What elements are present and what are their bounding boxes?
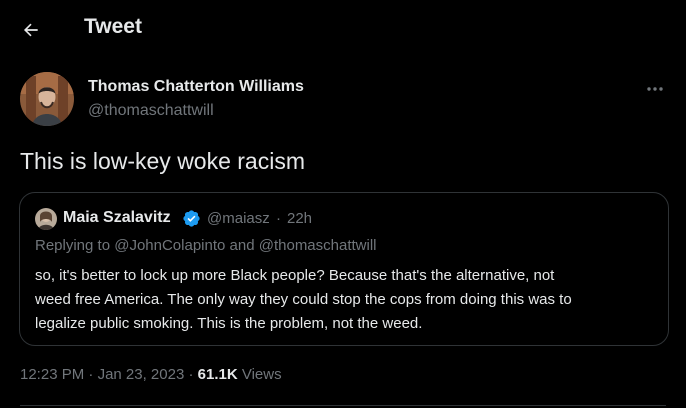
quote-timestamp[interactable]: 22h <box>287 210 312 227</box>
back-button[interactable] <box>14 13 48 47</box>
quote-text-line: so, it's better to lock up more Black pe… <box>35 267 555 284</box>
meta-separator: · <box>188 366 194 383</box>
quoted-tweet[interactable]: Maia Szalavitz @maiasz · 22h Replying to… <box>19 192 669 346</box>
author-handle[interactable]: @thomaschattwill <box>88 102 214 120</box>
more-options-button[interactable] <box>644 78 666 100</box>
quote-text-line: legalize public smoking. This is the pro… <box>35 315 423 332</box>
replying-user-link[interactable]: @JohnColapinto <box>114 237 225 254</box>
tweet-text: This is low-key woke racism <box>20 148 305 174</box>
meta-separator: · <box>88 366 94 383</box>
quote-text-line: weed free America. The only way they cou… <box>35 291 572 308</box>
quote-separator: · <box>276 210 281 227</box>
replying-and: and <box>229 237 255 254</box>
arrow-left-icon <box>23 23 38 37</box>
tweet-time[interactable]: 12:23 PM <box>20 366 84 383</box>
replying-to: Replying to @JohnColapinto and @thomasch… <box>35 237 377 254</box>
views-count: 61.1K <box>197 366 238 383</box>
top-bar: Tweet <box>0 0 686 56</box>
views-label: Views <box>241 366 282 383</box>
quote-author-handle[interactable]: @maiasz <box>207 210 270 227</box>
page-title: Tweet <box>84 15 142 38</box>
divider <box>20 405 666 406</box>
quote-author-name[interactable]: Maia Szalavitz <box>63 209 171 227</box>
tweet-date[interactable]: Jan 23, 2023 <box>98 366 185 383</box>
quote-author-avatar[interactable] <box>35 208 57 230</box>
replying-prefix: Replying to <box>35 237 111 254</box>
quote-text: so, it's better to lock up more Black pe… <box>35 264 660 336</box>
replying-user-link[interactable]: @thomaschattwill <box>259 237 377 254</box>
tweet-meta: 12:23 PM · Jan 23, 2023 · 61.1K Views <box>20 366 282 383</box>
tweet-author: Thomas Chatterton Williams @thomaschattw… <box>20 72 666 130</box>
more-horizontal-icon <box>647 87 663 91</box>
verified-badge-icon <box>183 210 200 227</box>
author-name[interactable]: Thomas Chatterton Williams <box>88 78 304 96</box>
author-avatar[interactable] <box>20 72 74 126</box>
